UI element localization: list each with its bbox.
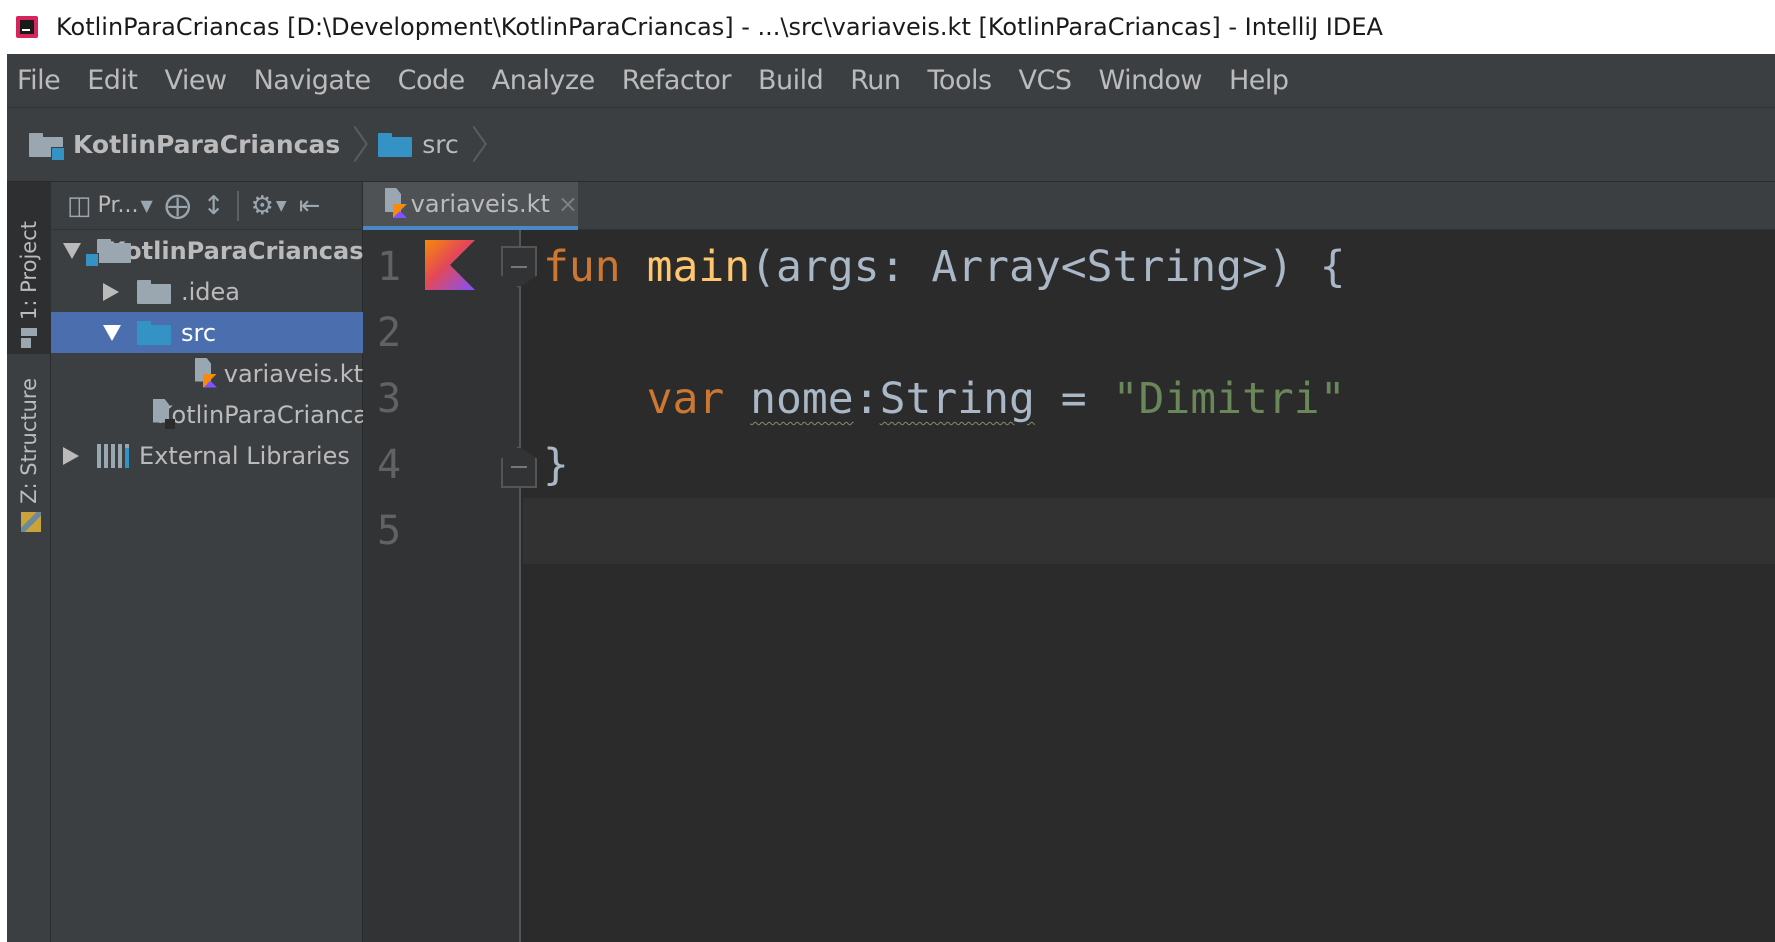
menu-file[interactable]: File — [17, 65, 61, 96]
function-params: (args: Array<String>) { — [750, 242, 1346, 292]
closing-brace: } — [543, 440, 569, 490]
chevron-down-icon[interactable]: ▼ — [276, 199, 287, 213]
expand-arrow-icon[interactable] — [63, 242, 81, 259]
type-name: String — [879, 374, 1035, 424]
tree-item-label: External Libraries — [139, 441, 350, 470]
menu-help[interactable]: Help — [1229, 65, 1289, 96]
code-line-1: fun main(args: Array<String>) { — [523, 234, 1775, 300]
editor-tab-bar: variaveis.kt × — [363, 182, 1775, 230]
intellij-app-icon — [16, 16, 38, 38]
line-number: 3 — [377, 376, 402, 422]
hide-panel-icon[interactable]: ⇤ — [299, 193, 321, 219]
line-number: 4 — [377, 442, 402, 488]
editor-gutter: 1 2 3 4 5 — [363, 230, 521, 942]
project-panel-toolbar: ◫ Pr... ▼ ⨁ ↕ ⚙ ▼ ⇤ — [51, 182, 363, 230]
code-line-3: var nome:String = "Dimitri" — [523, 366, 1775, 432]
breadcrumb-separator-icon — [350, 125, 364, 165]
structure-tool-label: Z: Structure — [17, 378, 41, 504]
assign-operator: = — [1034, 374, 1113, 424]
project-view-icon[interactable]: ◫ — [67, 193, 92, 219]
tree-item-idea[interactable]: .idea — [51, 271, 363, 312]
expand-arrow-icon[interactable] — [103, 324, 121, 341]
menu-build[interactable]: Build — [758, 65, 824, 96]
menu-navigate[interactable]: Navigate — [254, 65, 372, 96]
tree-item-iml[interactable]: KotlinParaCriancas.iml — [51, 394, 363, 435]
breadcrumb-project[interactable]: KotlinParaCriancas — [29, 130, 341, 161]
tree-item-external-libraries[interactable]: External Libraries — [51, 435, 363, 476]
menu-window[interactable]: Window — [1099, 65, 1203, 96]
menu-run[interactable]: Run — [850, 65, 901, 96]
source-folder-icon — [137, 320, 171, 345]
left-tool-stripe: 1: Project Z: Structure — [7, 182, 51, 942]
tab-label: variaveis.kt — [410, 190, 550, 218]
kotlin-file-icon — [191, 358, 216, 390]
collapse-all-icon[interactable]: ↕ — [203, 193, 225, 219]
locate-file-icon[interactable]: ⨁ — [165, 193, 191, 219]
module-folder-icon — [29, 132, 65, 161]
breadcrumb-src-label: src — [422, 130, 459, 159]
line-number: 5 — [377, 508, 402, 554]
tab-variaveis-kt[interactable]: variaveis.kt × — [363, 182, 578, 230]
collapse-arrow-icon[interactable] — [103, 282, 119, 301]
source-folder-icon — [378, 132, 413, 157]
tree-item-src[interactable]: src — [51, 312, 363, 353]
colon: : — [853, 374, 880, 424]
project-icon — [21, 328, 37, 348]
ide-window: File Edit View Navigate Code Analyze Ref… — [7, 54, 1775, 942]
string-literal: "Dimitri" — [1112, 374, 1346, 424]
keyword-fun: fun — [543, 242, 621, 292]
tree-item-label: KotlinParaCriancas — [107, 236, 363, 265]
tree-item-label: src — [181, 318, 217, 347]
line-number: 1 — [377, 244, 402, 290]
project-tool-button[interactable]: 1: Project — [7, 182, 51, 354]
menu-code[interactable]: Code — [398, 65, 466, 96]
tree-item-label: variaveis.kt — [223, 359, 363, 388]
window-title-bar: KotlinParaCriancas [D:\Development\Kotli… — [0, 0, 1775, 54]
kotlin-file-icon — [381, 188, 401, 220]
menu-bar: File Edit View Navigate Code Analyze Ref… — [7, 54, 1775, 108]
code-line-4: } — [523, 432, 1775, 498]
variable-name: nome — [750, 374, 854, 424]
code-editor[interactable]: fun main(args: Array<String>) { var nome… — [523, 230, 1775, 942]
folder-icon — [137, 279, 171, 304]
menu-refactor[interactable]: Refactor — [622, 65, 732, 96]
tree-item-variaveis-kt[interactable]: variaveis.kt — [51, 353, 363, 394]
close-icon[interactable]: × — [558, 190, 578, 218]
menu-tools[interactable]: Tools — [928, 65, 993, 96]
kotlin-run-icon[interactable] — [425, 240, 475, 290]
function-name: main — [646, 242, 751, 292]
breadcrumb-project-label: KotlinParaCriancas — [73, 130, 341, 159]
project-tool-window: ◫ Pr... ▼ ⨁ ↕ ⚙ ▼ ⇤ KotlinParaCriancas .… — [51, 182, 363, 942]
breadcrumb-src[interactable]: src — [378, 130, 459, 159]
collapse-arrow-icon[interactable] — [63, 446, 79, 465]
window-title: KotlinParaCriancas [D:\Development\Kotli… — [56, 13, 1383, 41]
menu-analyze[interactable]: Analyze — [492, 65, 595, 96]
toolbar-divider — [236, 190, 239, 221]
tree-item-label: KotlinParaCriancas.iml — [157, 400, 363, 429]
breadcrumb: KotlinParaCriancas src — [7, 108, 1775, 182]
code-line-5-current — [523, 498, 1775, 564]
chevron-down-icon[interactable]: ▼ — [140, 197, 152, 214]
menu-vcs[interactable]: VCS — [1019, 65, 1072, 96]
menu-view[interactable]: View — [164, 65, 227, 96]
structure-tool-button[interactable]: Z: Structure — [7, 378, 51, 536]
project-view-selector[interactable]: Pr... — [98, 193, 139, 218]
editor-area: variaveis.kt × 1 2 3 4 5 fun main(args: … — [363, 182, 1775, 942]
libraries-icon — [97, 443, 129, 468]
keyword-var: var — [646, 374, 725, 424]
project-tool-label: 1: Project — [17, 221, 41, 320]
line-number: 2 — [377, 310, 402, 356]
project-tree: KotlinParaCriancas .idea src variaveis.k… — [51, 230, 363, 476]
tree-item-label: .idea — [181, 277, 241, 306]
gear-icon[interactable]: ⚙ — [251, 193, 274, 219]
breadcrumb-separator-icon — [469, 125, 483, 165]
tree-item-project-root[interactable]: KotlinParaCriancas — [51, 230, 363, 271]
structure-icon — [21, 511, 41, 533]
menu-edit[interactable]: Edit — [87, 65, 138, 96]
